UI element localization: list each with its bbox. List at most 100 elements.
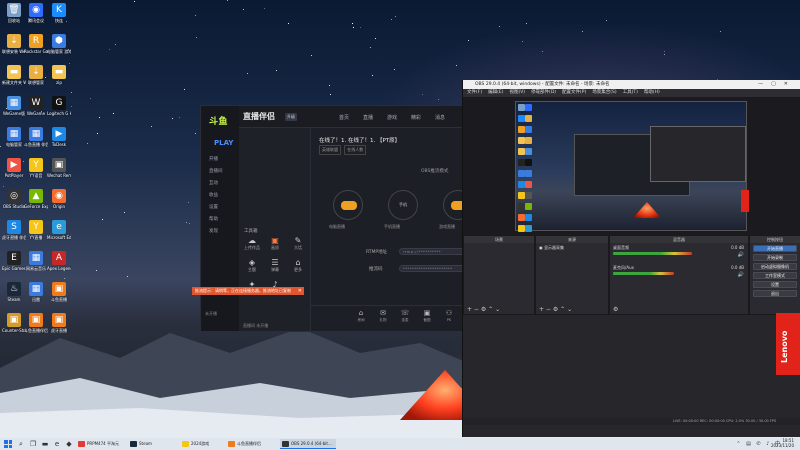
tool-button[interactable]: ▣ 画质	[264, 236, 286, 251]
obs-control-button[interactable]: 开始录制	[753, 254, 797, 261]
desktop-icon[interactable]: ◎ OBS Studio	[2, 189, 26, 209]
desktop-icon[interactable]: Y YY语音	[24, 158, 48, 178]
desktop-icon[interactable]: ⇣联想安装 WeGame版	[2, 34, 26, 54]
source-item[interactable]: ▣ 显示器采集	[536, 243, 608, 253]
desktop-icon[interactable]: S 虎牙直播 伴侣	[2, 220, 26, 240]
sidebar-item[interactable]: 互动	[209, 180, 235, 188]
upgrade-tag[interactable]: 升级	[285, 113, 297, 121]
mixer-dock[interactable]: 混音器 桌面音频 0.0 dB 🔊 麦克风/Aux 0.0 dB 🔊 ⚙	[609, 235, 749, 315]
obs-control-button[interactable]: 启动虚拟摄像机	[753, 263, 797, 270]
desktop-icon[interactable]: GLogitech G HUB	[47, 96, 71, 116]
bottom-toolbar-item[interactable]: ▣ 截图	[417, 309, 437, 323]
taskbar-app[interactable]: OBS 29.0.4 (64-bit...	[280, 439, 336, 449]
tool-button[interactable]: ☁ 上传作品	[241, 236, 263, 251]
taskbar-app[interactable]: Steam	[128, 439, 178, 449]
obs-control-button[interactable]: 开始直播	[753, 245, 797, 252]
stream-mode-option[interactable]	[333, 190, 363, 220]
bottom-toolbar-item[interactable]: ✉ 礼物	[373, 309, 393, 323]
app-tab[interactable]: 首页	[339, 114, 349, 121]
desktop-icon[interactable]: 🗑 回收站	[2, 3, 26, 23]
desktop-icon[interactable]: ▲GeForce Experience	[24, 189, 48, 209]
sidebar-item[interactable]: 直播间	[209, 168, 235, 176]
obs-menu-item[interactable]: 视图(V)	[509, 90, 525, 95]
app-tab[interactable]: 直播	[363, 114, 373, 121]
app-icon[interactable]: ◆	[64, 439, 74, 449]
bottom-toolbar-item[interactable]: ⚇ PK	[439, 309, 459, 322]
taskbar-app[interactable]: PRPM474 平淘元	[76, 439, 126, 449]
clock[interactable]: 18:51 2023/11/20	[771, 438, 794, 448]
bottom-toolbar-item[interactable]: ☏ 连麦	[395, 309, 415, 323]
desktop-icon[interactable]: eMicrosoft Edge	[47, 220, 71, 240]
explorer-icon[interactable]: ▬	[40, 439, 50, 449]
tool-button[interactable]: ⌂ 更多	[287, 258, 309, 273]
taskbar-app[interactable]: 斗鱼直播伴侣	[226, 439, 278, 449]
bottom-toolbar-item[interactable]: ⌂ 房间	[351, 309, 371, 323]
app-tab[interactable]: 消息	[435, 114, 445, 121]
edge-icon[interactable]: e	[52, 439, 62, 449]
obs-menu-item[interactable]: 配置文件(P)	[562, 90, 586, 95]
desktop-icon[interactable]: ▣Wechat Remote	[47, 158, 71, 178]
scenes-dock[interactable]: 场景 + − ⚙ ⌃ ⌄	[463, 235, 535, 315]
desktop-icon[interactable]: ▦ 网易云音乐	[24, 251, 48, 271]
mixer-footer[interactable]: ⚙	[610, 305, 748, 314]
desktop-icon[interactable]: ▦ WeGame版	[2, 96, 26, 116]
obs-preview[interactable]	[463, 97, 800, 265]
search-icon[interactable]: ⌕	[16, 439, 26, 449]
desktop-icon[interactable]: ▬ zip	[47, 65, 71, 85]
sidebar-item[interactable]: 帮助	[209, 216, 235, 224]
tool-button[interactable]: ☰ 弹幕	[264, 258, 286, 273]
window-controls[interactable]: —▢✕	[758, 80, 796, 89]
sidebar-item[interactable]: 开播	[209, 156, 235, 164]
app-tab[interactable]: 游戏	[387, 114, 397, 121]
desktop-icon[interactable]: Y YY直播	[24, 220, 48, 240]
desktop-icon[interactable]: ▶ PotPlayer	[2, 158, 26, 178]
task-view-icon[interactable]: ❐	[28, 439, 38, 449]
desktop-icon[interactable]: ◉ 腾讯会议	[24, 3, 48, 23]
desktop-icon[interactable]: K 快连	[47, 3, 71, 23]
desktop-icon[interactable]: ⬢ 电脑管家 游戏	[47, 34, 71, 54]
preview-canvas[interactable]	[515, 101, 749, 265]
scenes-footer[interactable]: + − ⚙ ⌃ ⌄	[464, 305, 534, 314]
desktop-icon[interactable]: ▬新建文件夹 WeGame版	[2, 65, 26, 85]
sources-dock[interactable]: 来源 ▣ 显示器采集 + − ⚙ ⌃ ⌄	[535, 235, 609, 315]
obs-menu-item[interactable]: 文件(F)	[467, 90, 482, 95]
tool-button[interactable]: ◈ 主题	[241, 258, 263, 273]
speaker-icon[interactable]: 🔊	[738, 252, 744, 258]
stream-key-field[interactable]: **********************	[399, 265, 467, 272]
close-icon[interactable]: ✕	[298, 287, 302, 295]
obs-control-button[interactable]: 设置	[753, 281, 797, 288]
desktop-icon[interactable]: EEpic Games Launcher	[2, 251, 26, 271]
sidebar-item[interactable]: 收益	[209, 192, 235, 200]
sources-footer[interactable]: + − ⚙ ⌃ ⌄	[536, 305, 608, 314]
obs-menu-item[interactable]: 停靠部件(D)	[531, 90, 556, 95]
sidebar-item[interactable]: 发现	[209, 228, 235, 236]
obs-control-button[interactable]: 退出	[753, 290, 797, 297]
desktop-icon[interactable]: AApex Legends	[47, 251, 71, 271]
desktop-icon[interactable]: ▦ 斗鱼直播 伴侣	[24, 127, 48, 147]
desktop-icon[interactable]: ▣Counter-Strike Global Off	[2, 313, 26, 333]
desktop-icon[interactable]: W WeGame	[24, 96, 48, 116]
obs-menu-item[interactable]: 编辑(E)	[488, 90, 503, 95]
tag-category[interactable]: 英雄联盟	[319, 145, 341, 155]
desktop-icon[interactable]: ▦ 电脑管家	[2, 127, 26, 147]
desktop-icon[interactable]: ▣ 斗鱼直播	[47, 282, 71, 302]
desktop-icon[interactable]: ◉ Origin	[47, 189, 71, 209]
desktop-icon[interactable]: ▣ 斗鱼直播伴侣	[24, 313, 48, 333]
rtmp-field[interactable]: rtmp://**********	[399, 248, 467, 255]
obs-menu-item[interactable]: 帮助(H)	[644, 90, 660, 95]
stream-companion-window[interactable]: 斗鱼 PLAY 开播 直播间 互动 收益 设置 帮助 发现 未开播 直播伴侣 升级 首页 直播…	[200, 105, 473, 332]
stream-mode-option[interactable]: 手机	[388, 190, 418, 220]
obs-menu-item[interactable]: 场景集合(S)	[592, 90, 616, 95]
speaker-icon[interactable]: 🔊	[738, 272, 744, 278]
desktop-icon[interactable]: ▣ 虎牙直播	[47, 313, 71, 333]
obs-menu-item[interactable]: 工具(T)	[623, 90, 638, 95]
sidebar-item[interactable]: 设置	[209, 204, 235, 212]
obs-window[interactable]: OBS 29.0.4 (64-bit, windows) - 配置文件: 未命名…	[462, 80, 800, 437]
obs-control-button[interactable]: 工作室模式	[753, 272, 797, 279]
desktop-icon[interactable]: ▦ 迅雷	[24, 282, 48, 302]
desktop-icon[interactable]: ⇣ 联想管家	[24, 65, 48, 85]
app-tab[interactable]: 精彩	[411, 114, 421, 121]
controls-dock[interactable]: 控制按钮 开始直播 开始录制 启动虚拟摄像机 工作室模式 设置 退出	[749, 235, 800, 315]
start-button[interactable]	[4, 440, 12, 448]
desktop-icon[interactable]: ▶ ToDesk	[47, 127, 71, 147]
